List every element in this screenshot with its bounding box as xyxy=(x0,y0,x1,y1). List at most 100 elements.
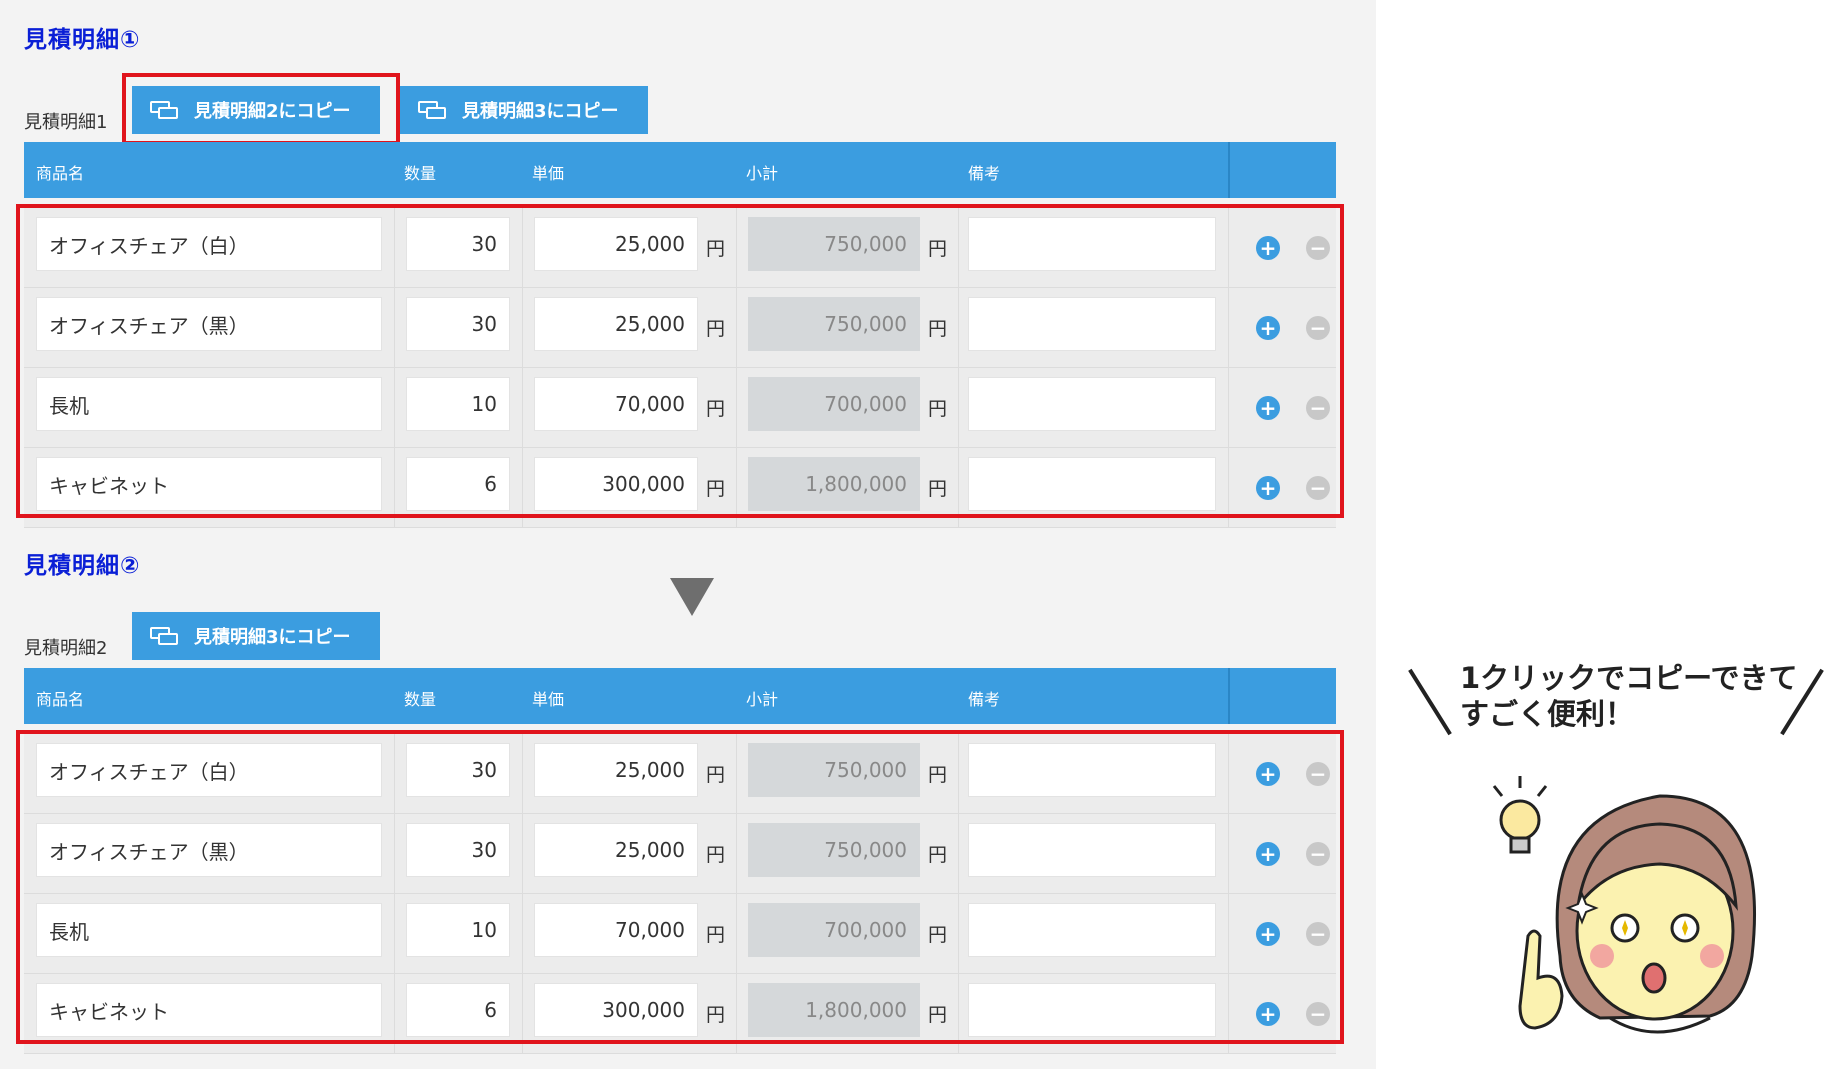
remove-row-icon[interactable]: − xyxy=(1306,476,1330,500)
copy-to-estimate-2-button[interactable]: 見積明細2にコピー xyxy=(132,86,380,134)
section-label-1: 見積明細1 xyxy=(24,112,108,133)
subtotal-field: 750,000 xyxy=(748,823,920,877)
table-header-2: 商品名 数量 単価 小計 備考 xyxy=(24,668,1336,724)
currency-label: 円 xyxy=(928,238,948,260)
section-title-2: 見積明細② xyxy=(24,553,141,579)
section-label-2: 見積明細2 xyxy=(24,638,108,659)
add-row-icon[interactable]: + xyxy=(1256,842,1280,866)
emphasis-slash-left xyxy=(1408,668,1452,736)
product-name-input[interactable]: オフィスチェア（黒） xyxy=(36,297,382,351)
section-title-1: 見積明細① xyxy=(24,27,141,53)
copy-button-label: 見積明細3にコピー xyxy=(194,627,351,648)
quantity-input[interactable]: 10 xyxy=(406,377,510,431)
header-subtotal: 小計 xyxy=(746,690,779,709)
subtotal-field: 750,000 xyxy=(748,217,920,271)
product-name-input[interactable]: 長机 xyxy=(36,903,382,957)
quantity-input[interactable]: 30 xyxy=(406,823,510,877)
note-input[interactable] xyxy=(968,743,1216,797)
currency-label: 円 xyxy=(706,478,726,500)
product-name-input[interactable]: キャビネット xyxy=(36,457,382,511)
unit-price-input[interactable]: 25,000 xyxy=(534,297,698,351)
currency-label: 円 xyxy=(706,398,726,420)
quantity-input[interactable]: 6 xyxy=(406,983,510,1037)
remove-row-icon[interactable]: − xyxy=(1306,762,1330,786)
copy-icon xyxy=(150,625,180,647)
note-input[interactable] xyxy=(968,457,1216,511)
quantity-input[interactable]: 30 xyxy=(406,297,510,351)
quantity-input[interactable]: 6 xyxy=(406,457,510,511)
product-name-input[interactable]: オフィスチェア（白） xyxy=(36,217,382,271)
unit-price-input[interactable]: 70,000 xyxy=(534,903,698,957)
product-name-input[interactable]: オフィスチェア（黒） xyxy=(36,823,382,877)
remove-row-icon[interactable]: − xyxy=(1306,236,1330,260)
copy-to-estimate-3-button[interactable]: 見積明細3にコピー xyxy=(400,86,648,134)
add-row-icon[interactable]: + xyxy=(1256,762,1280,786)
product-name-input[interactable]: 長机 xyxy=(36,377,382,431)
currency-label: 円 xyxy=(928,478,948,500)
table-row: オフィスチェア（黒） 30 25,000 円 750,000 円 + − xyxy=(24,288,1336,368)
subtotal-field: 1,800,000 xyxy=(748,457,920,511)
header-note: 備考 xyxy=(968,164,1001,183)
currency-label: 円 xyxy=(928,764,948,786)
table-row: キャビネット 6 300,000 円 1,800,000 円 + − xyxy=(24,974,1336,1054)
quantity-input[interactable]: 10 xyxy=(406,903,510,957)
woman-illustration xyxy=(1492,776,1756,1034)
add-row-icon[interactable]: + xyxy=(1256,476,1280,500)
add-row-icon[interactable]: + xyxy=(1256,1002,1280,1026)
currency-label: 円 xyxy=(928,924,948,946)
table-row: オフィスチェア（白） 30 25,000 円 750,000 円 + − xyxy=(24,208,1336,288)
unit-price-input[interactable]: 300,000 xyxy=(534,457,698,511)
unit-price-input[interactable]: 25,000 xyxy=(534,743,698,797)
remove-row-icon[interactable]: − xyxy=(1306,1002,1330,1026)
remove-row-icon[interactable]: − xyxy=(1306,396,1330,420)
header-product: 商品名 xyxy=(36,690,85,709)
add-row-icon[interactable]: + xyxy=(1256,236,1280,260)
note-input[interactable] xyxy=(968,983,1216,1037)
unit-price-input[interactable]: 25,000 xyxy=(534,217,698,271)
currency-label: 円 xyxy=(706,318,726,340)
add-row-icon[interactable]: + xyxy=(1256,396,1280,420)
note-input[interactable] xyxy=(968,823,1216,877)
header-price: 単価 xyxy=(532,690,565,709)
note-input[interactable] xyxy=(968,377,1216,431)
subtotal-field: 750,000 xyxy=(748,743,920,797)
copy-icon xyxy=(150,99,180,121)
lightbulb-icon xyxy=(1492,776,1548,854)
remove-row-icon[interactable]: − xyxy=(1306,922,1330,946)
add-row-icon[interactable]: + xyxy=(1256,922,1280,946)
product-name-input[interactable]: オフィスチェア（白） xyxy=(36,743,382,797)
quantity-input[interactable]: 30 xyxy=(406,217,510,271)
quantity-input[interactable]: 30 xyxy=(406,743,510,797)
currency-label: 円 xyxy=(706,844,726,866)
unit-price-input[interactable]: 25,000 xyxy=(534,823,698,877)
add-row-icon[interactable]: + xyxy=(1256,316,1280,340)
speech-text: 1クリックでコピーできて すごく便利！ xyxy=(1460,660,1797,732)
down-arrow-icon xyxy=(670,578,714,616)
remove-row-icon[interactable]: − xyxy=(1306,316,1330,340)
currency-label: 円 xyxy=(928,1004,948,1026)
table-row: オフィスチェア（黒） 30 25,000 円 750,000 円 + − xyxy=(24,814,1336,894)
header-note: 備考 xyxy=(968,690,1001,709)
table-row: 長机 10 70,000 円 700,000 円 + − xyxy=(24,368,1336,448)
table-row: 長机 10 70,000 円 700,000 円 + − xyxy=(24,894,1336,974)
header-product: 商品名 xyxy=(36,164,85,183)
currency-label: 円 xyxy=(928,844,948,866)
header-subtotal: 小計 xyxy=(746,164,779,183)
remove-row-icon[interactable]: − xyxy=(1306,842,1330,866)
table-header-1: 商品名 数量 単価 小計 備考 xyxy=(24,142,1336,198)
unit-price-input[interactable]: 70,000 xyxy=(534,377,698,431)
header-qty: 数量 xyxy=(404,690,437,709)
note-input[interactable] xyxy=(968,903,1216,957)
copy-to-estimate-3-button[interactable]: 見積明細3にコピー xyxy=(132,612,380,660)
speech-line-1: 1クリックでコピーできて xyxy=(1460,661,1798,695)
note-input[interactable] xyxy=(968,217,1216,271)
copy-button-label: 見積明細2にコピー xyxy=(194,101,351,122)
copy-icon xyxy=(418,99,448,121)
currency-label: 円 xyxy=(706,238,726,260)
product-name-input[interactable]: キャビネット xyxy=(36,983,382,1037)
table-row: オフィスチェア（白） 30 25,000 円 750,000 円 + − xyxy=(24,734,1336,814)
unit-price-input[interactable]: 300,000 xyxy=(534,983,698,1037)
speech-line-2: すごく便利！ xyxy=(1460,697,1635,731)
note-input[interactable] xyxy=(968,297,1216,351)
subtotal-field: 750,000 xyxy=(748,297,920,351)
